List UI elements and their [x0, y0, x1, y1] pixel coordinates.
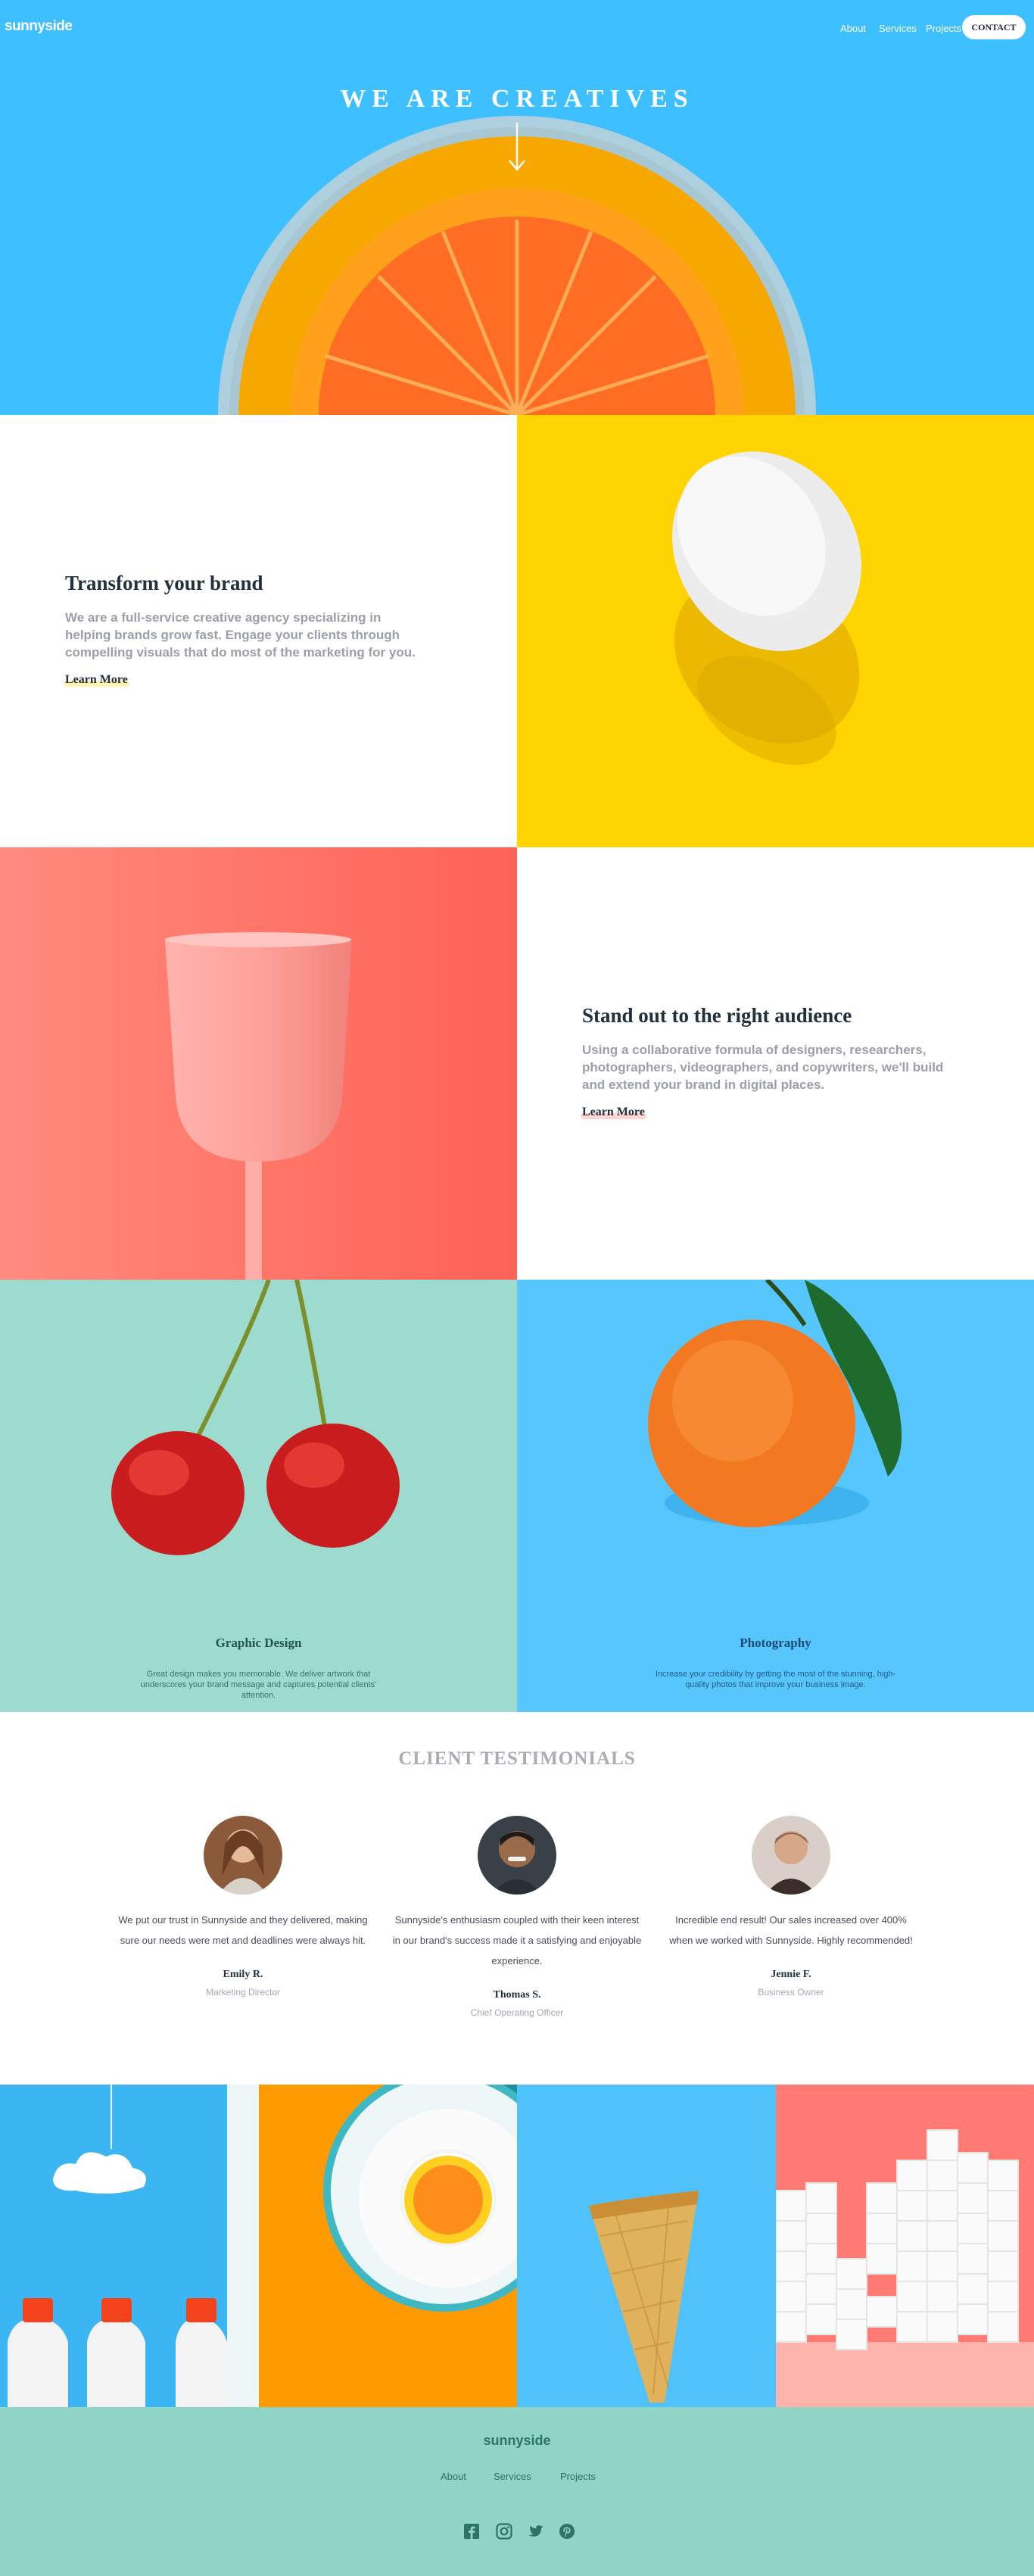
testimonial-quote: Incredible end result! Our sales increas…: [669, 1914, 913, 1946]
feature-transform: Transform your brand We are a full-servi…: [0, 415, 517, 847]
service-graphic-design: Graphic Design Great design makes you me…: [0, 1280, 517, 1712]
testimonial-quote: Sunnyside's enthusiasm coupled with thei…: [392, 1914, 642, 1966]
feature-body: We are a full-service creative agency sp…: [65, 610, 416, 660]
gallery-sugar-cubes: [776, 2085, 1034, 2407]
feature-body: Using a collaborative formula of designe…: [582, 1043, 944, 1092]
facebook-icon[interactable]: [462, 2522, 481, 2540]
hero-section: sunnyside About Services Projects CONTAC…: [0, 0, 1034, 415]
learn-more-label: Learn More: [582, 1106, 645, 1118]
testimonial-name: Thomas S.: [493, 1989, 541, 2001]
testimonial-quote: We put our trust in Sunnyside and they d…: [118, 1914, 368, 1946]
service-heading: Graphic Design: [215, 1636, 302, 1650]
avatar: [204, 1816, 282, 1895]
testimonial-name: Jennie F.: [771, 1969, 811, 1980]
gallery-milk-bottles: [0, 2085, 259, 2407]
pinterest-icon[interactable]: [558, 2522, 576, 2540]
testimonial-role: Marketing Director: [205, 1987, 281, 1997]
feature-heading: Stand out to the right audience: [582, 1004, 852, 1027]
gallery-orange-plate: [259, 2085, 517, 2407]
testimonial-role: Business Owner: [758, 1987, 824, 1997]
gallery-ice-cream-cone: [517, 2085, 776, 2407]
footer-link-projects[interactable]: Projects: [560, 2471, 596, 2482]
footer-link-about[interactable]: About: [441, 2471, 466, 2482]
avatar: [752, 1816, 830, 1895]
footer-logo[interactable]: sunnyside: [0, 2433, 1034, 2449]
instagram-icon[interactable]: [495, 2522, 513, 2540]
service-body: Great design makes you memorable. We del…: [140, 1670, 377, 1700]
avatar: [478, 1816, 556, 1895]
service-photography: Photography Increase your credibility by…: [517, 1280, 1034, 1712]
testimonial-card: We put our trust in Sunnyside and they d…: [118, 1816, 368, 1997]
orange-illustration: [218, 116, 816, 415]
service-heading: Photography: [740, 1636, 811, 1650]
footer: sunnyside About Services Projects: [0, 2407, 1034, 2576]
service-body: Increase your credibility by getting the…: [655, 1670, 896, 1689]
learn-more-label: Learn More: [65, 673, 128, 686]
testimonial-name: Emily R.: [223, 1969, 263, 1980]
testimonials-title: CLIENT TESTIMONIALS: [398, 1748, 636, 1769]
feature-audience: Stand out to the right audience Using a …: [517, 847, 1034, 1280]
learn-more-link[interactable]: Learn More: [581, 1106, 646, 1119]
twitter-icon[interactable]: [526, 2522, 544, 2540]
testimonial-role: Chief Operating Officer: [470, 2007, 564, 2018]
testimonial-card: Incredible end result! Our sales increas…: [666, 1816, 916, 1997]
learn-more-link[interactable]: Learn More: [64, 673, 129, 687]
footer-link-services[interactable]: Services: [494, 2471, 531, 2482]
testimonial-card: Sunnyside's enthusiasm coupled with thei…: [392, 1816, 642, 2018]
gallery: [0, 2085, 1034, 2407]
arrow-down-icon[interactable]: [508, 123, 526, 173]
glass-image: [0, 847, 517, 1280]
egg-image: [517, 415, 1034, 847]
feature-heading: Transform your brand: [65, 572, 263, 594]
hero-title: WE ARE CREATIVES: [340, 85, 694, 113]
